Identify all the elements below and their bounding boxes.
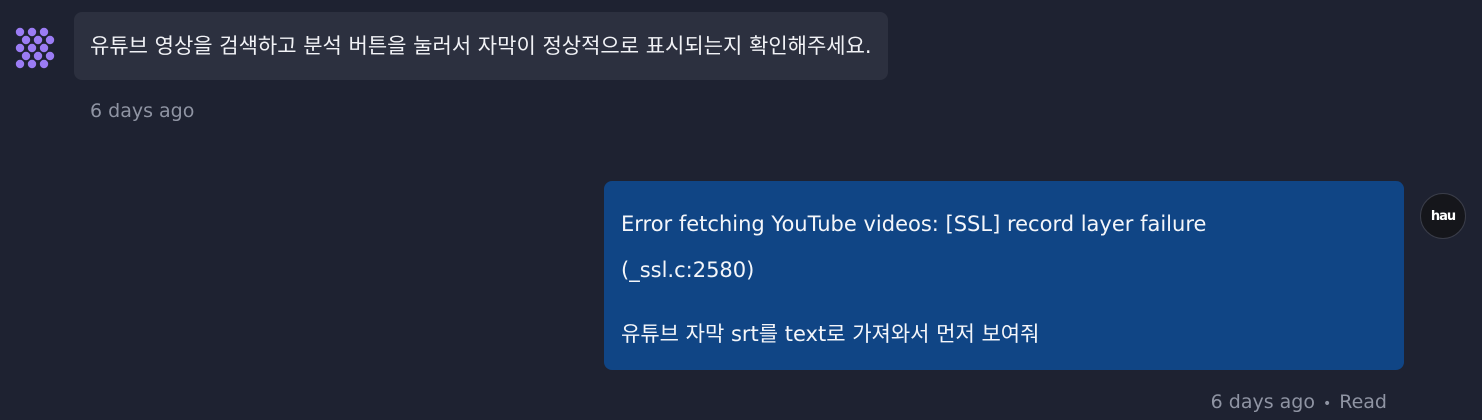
user-message-line: 유튜브 자막 srt를 text로 가져와서 먼저 보여줘 — [621, 322, 1040, 346]
assistant-avatar-icon — [12, 24, 60, 72]
user-message-timestamp: 6 days ago — [1210, 391, 1315, 413]
user-message-meta: 6 days ago • Read — [1211, 388, 1387, 418]
user-message-bubble: Error fetching YouTube videos: [SSL] rec… — [604, 181, 1404, 370]
separator-dot: • — [1322, 396, 1332, 412]
chat-thread: 유튜브 영상을 검색하고 분석 버튼을 눌러서 자막이 정상적으로 표시되는지 … — [0, 0, 1482, 420]
dots-logo-icon — [15, 27, 55, 69]
user-message-line: Error fetching YouTube videos: [SSL] rec… — [621, 212, 1207, 236]
user-message-line: (_ssl.c:2580) — [621, 258, 755, 282]
assistant-message-bubble: 유튜브 영상을 검색하고 분석 버튼을 눌러서 자막이 정상적으로 표시되는지 … — [74, 12, 888, 80]
read-status: Read — [1339, 391, 1387, 413]
user-avatar[interactable]: hau — [1420, 193, 1466, 239]
assistant-message-timestamp: 6 days ago — [90, 100, 195, 122]
